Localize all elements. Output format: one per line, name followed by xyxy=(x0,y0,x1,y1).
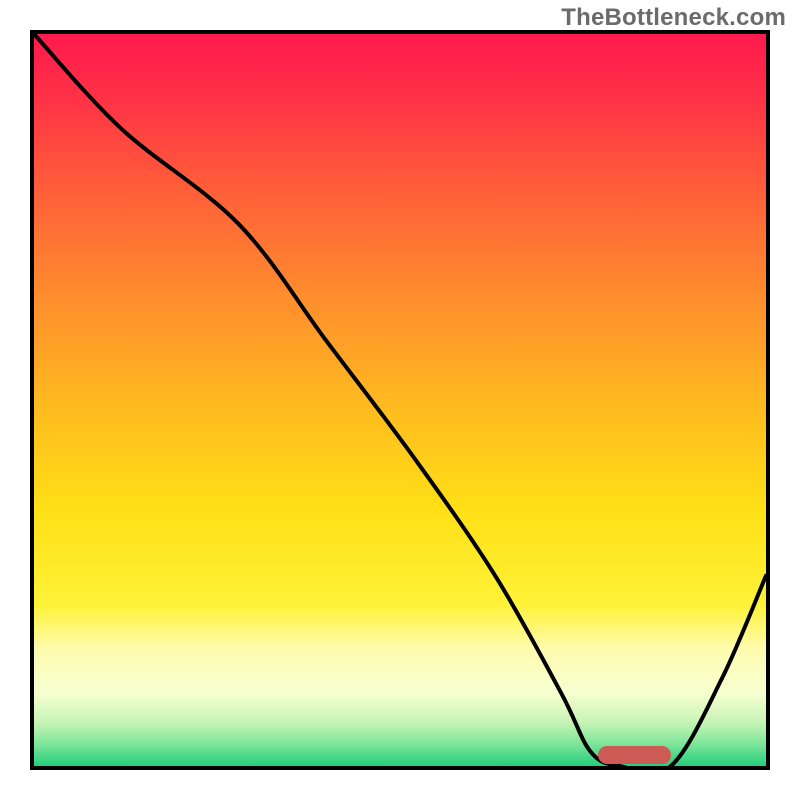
chart-root: TheBottleneck.com xyxy=(0,0,800,800)
watermark-text: TheBottleneck.com xyxy=(561,4,786,32)
curve-layer xyxy=(34,34,766,766)
optimal-marker xyxy=(598,746,671,764)
bottleneck-curve-line xyxy=(34,34,766,766)
plot-area xyxy=(30,30,770,770)
